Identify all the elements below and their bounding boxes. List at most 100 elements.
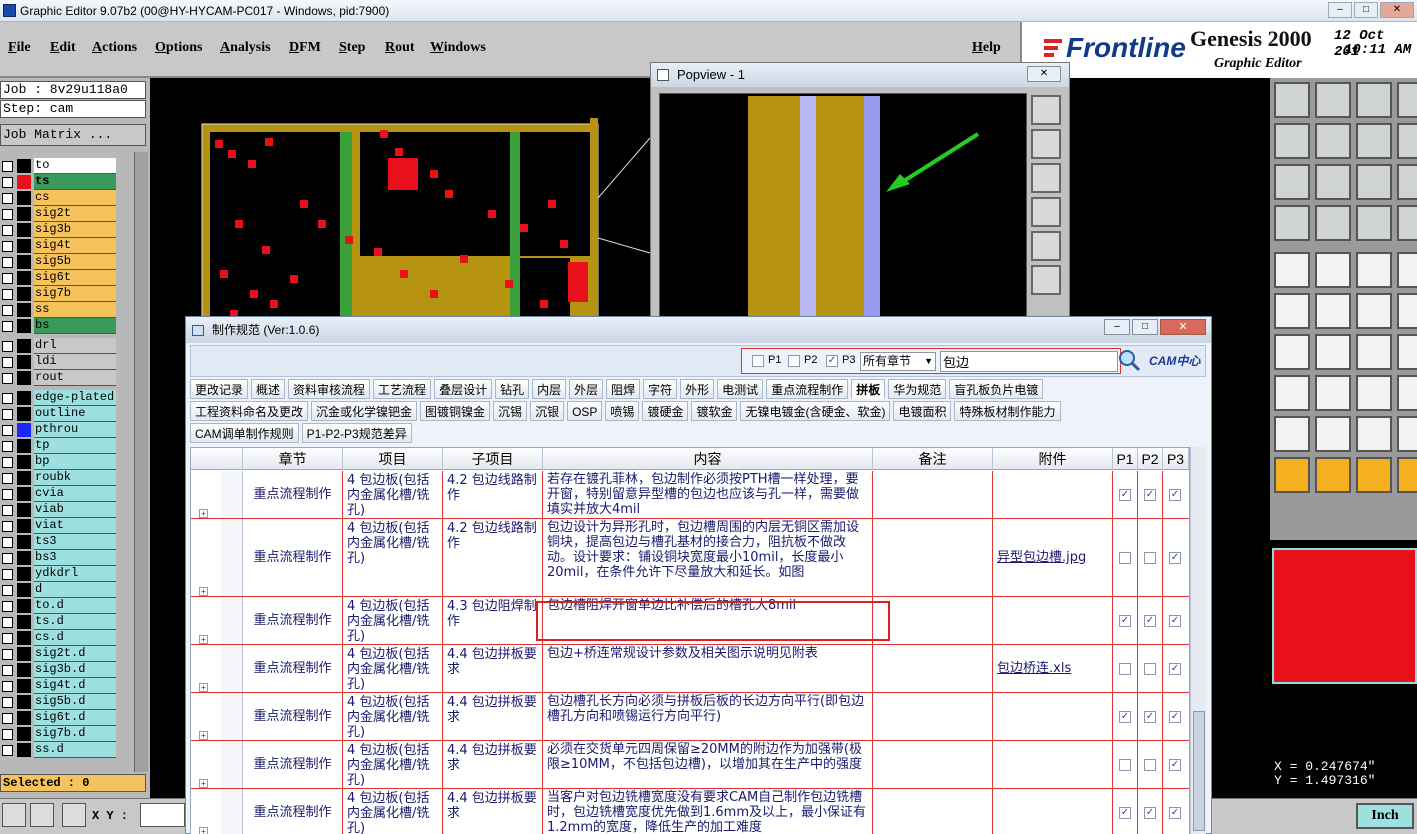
p3-checkbox[interactable]: ✓ [1169,615,1181,627]
layer-row[interactable]: ts [0,174,132,190]
layer-checkbox[interactable] [2,489,13,500]
measure-net-icon[interactable] [1397,205,1417,241]
triangle-a-icon[interactable] [1315,416,1351,452]
row-expand-icon[interactable]: + [199,731,208,740]
layer-color-swatch[interactable] [17,711,31,725]
layer-color-swatch[interactable] [17,175,31,189]
snap-icon-button[interactable] [2,803,26,827]
column-header-chapter[interactable]: 章节 [243,448,343,470]
layer-row[interactable]: bs3 [0,550,132,566]
layer-checkbox[interactable] [2,457,13,468]
layer-color-swatch[interactable] [17,407,31,421]
layer-color-swatch[interactable] [17,599,31,613]
popview-pan-left-button[interactable] [1031,197,1061,227]
spec-tab[interactable]: 无镍电镀金(含硬金、软金) [740,401,891,421]
layer-name[interactable]: sig4t.d [34,678,116,694]
layer-color-swatch[interactable] [17,551,31,565]
layer-name[interactable]: outline [34,406,116,422]
p1-filter-checkbox[interactable] [752,355,764,367]
layer-row[interactable]: outline [0,406,132,422]
column-header-subitem[interactable]: 子项目 [443,448,543,470]
layer-color-swatch[interactable] [17,207,31,221]
p1-checkbox[interactable]: ✓ [1119,807,1131,819]
pan-right-icon[interactable] [1315,123,1351,159]
cell-attachment-link[interactable] [993,789,1113,834]
spec-tab[interactable]: 沉金或化学镍钯金 [311,401,418,421]
p2-checkbox[interactable]: ✓ [1144,807,1156,819]
layer-row[interactable]: edge-plated [0,390,132,406]
layer-color-swatch[interactable] [17,695,31,709]
layer-row[interactable]: ts.d [0,614,132,630]
layer-list-scrollbar[interactable] [134,152,148,772]
menu-step[interactable]: Step [339,40,365,56]
layer-checkbox[interactable] [2,373,13,384]
zoom-out-icon[interactable] [1315,164,1351,200]
layer-name[interactable]: sig6t [34,270,116,286]
minus-bar-icon[interactable] [1315,375,1351,411]
menu-help[interactable]: Help [972,40,1001,56]
layer-checkbox[interactable] [2,357,13,368]
feature-select-icon[interactable] [1315,205,1351,241]
layer-color-swatch[interactable] [17,615,31,629]
layer-name[interactable]: d [34,582,116,598]
spec-tab[interactable]: 镀硬金 [642,401,689,421]
layer-color-swatch[interactable] [17,743,31,757]
layer-name[interactable]: sig5b.d [34,694,116,710]
layer-checkbox[interactable] [2,585,13,596]
layer-color-swatch[interactable] [17,339,31,353]
spec-tab[interactable]: 工程资料命名及更改 [190,401,309,421]
layer-name[interactable]: cs [34,190,116,206]
layer-row[interactable]: drl [0,338,132,354]
layer-checkbox[interactable] [2,617,13,628]
menu-dfm[interactable]: DFM [289,40,321,56]
row-expand-icon[interactable]: + [199,683,208,692]
range-icon[interactable] [1356,375,1392,411]
spec-tab[interactable]: 工艺流程 [373,379,432,399]
layer-color-swatch[interactable] [17,239,31,253]
layer-checkbox[interactable] [2,225,13,236]
layer-checkbox[interactable] [2,273,13,284]
line-red-icon[interactable] [1274,334,1310,370]
menu-analysis[interactable]: Analysis [220,40,271,56]
chapter-select[interactable]: 所有章节 ▼ [860,352,936,371]
layer-color-swatch[interactable] [17,647,31,661]
layer-color-swatch[interactable] [17,727,31,741]
connect-icon[interactable] [1356,293,1392,329]
p1-checkbox[interactable]: ✓ [1119,711,1131,723]
overview-map[interactable] [1270,540,1417,752]
pan-up-icon[interactable] [1274,82,1310,118]
layer-name[interactable]: ss.d [34,742,116,758]
table-row[interactable]: + 重点流程制作 4 包边板(包括内金属化槽/铣孔) 4.4 包边拼板要求 包边槽孔长方… [191,693,1189,741]
table-row[interactable]: + 重点流程制作 4 包边板(包括内金属化槽/铣孔) 4.2 包边线路制作 若存在镀孔菲… [191,471,1189,519]
p3-checkbox[interactable]: ✓ [1169,807,1181,819]
layer-checkbox[interactable] [2,305,13,316]
menu-rout[interactable]: Rout [385,40,415,56]
spec-tab[interactable]: 喷锡 [605,401,640,421]
layer-row[interactable]: sig4t.d [0,678,132,694]
spec-tab[interactable]: OSP [567,401,603,421]
pointer-select-icon[interactable] [1315,457,1351,493]
layer-row[interactable]: sig7b [0,286,132,302]
layer-name[interactable]: to.d [34,598,116,614]
spec-tab[interactable]: 叠层设计 [434,379,493,399]
layer-name[interactable]: sig5b [34,254,116,270]
minimize-button[interactable]: – [1328,2,1352,18]
measure-red-icon[interactable] [1356,205,1392,241]
line-blue-icon[interactable] [1315,334,1351,370]
layer-checkbox[interactable] [2,161,13,172]
layer-checkbox[interactable] [2,393,13,404]
grid-icon[interactable] [1397,82,1417,118]
layer-checkbox[interactable] [2,601,13,612]
layer-color-swatch[interactable] [17,319,31,333]
popview-window[interactable]: Popview - 1 ✕ [650,62,1070,327]
layer-name[interactable]: bs [34,318,116,334]
layer-row[interactable]: sig2t [0,206,132,222]
node-alt-icon[interactable] [1397,293,1417,329]
layer-row[interactable]: roubk [0,470,132,486]
snap-icon[interactable] [1274,205,1310,241]
p3-checkbox[interactable]: ✓ [1169,711,1181,723]
layer-color-swatch[interactable] [17,663,31,677]
table-row[interactable]: + 重点流程制作 4 包边板(包括内金属化槽/铣孔) 4.4 包边拼板要求 必须在交货单… [191,741,1189,789]
layer-row[interactable]: sig5b [0,254,132,270]
layer-color-swatch[interactable] [17,583,31,597]
